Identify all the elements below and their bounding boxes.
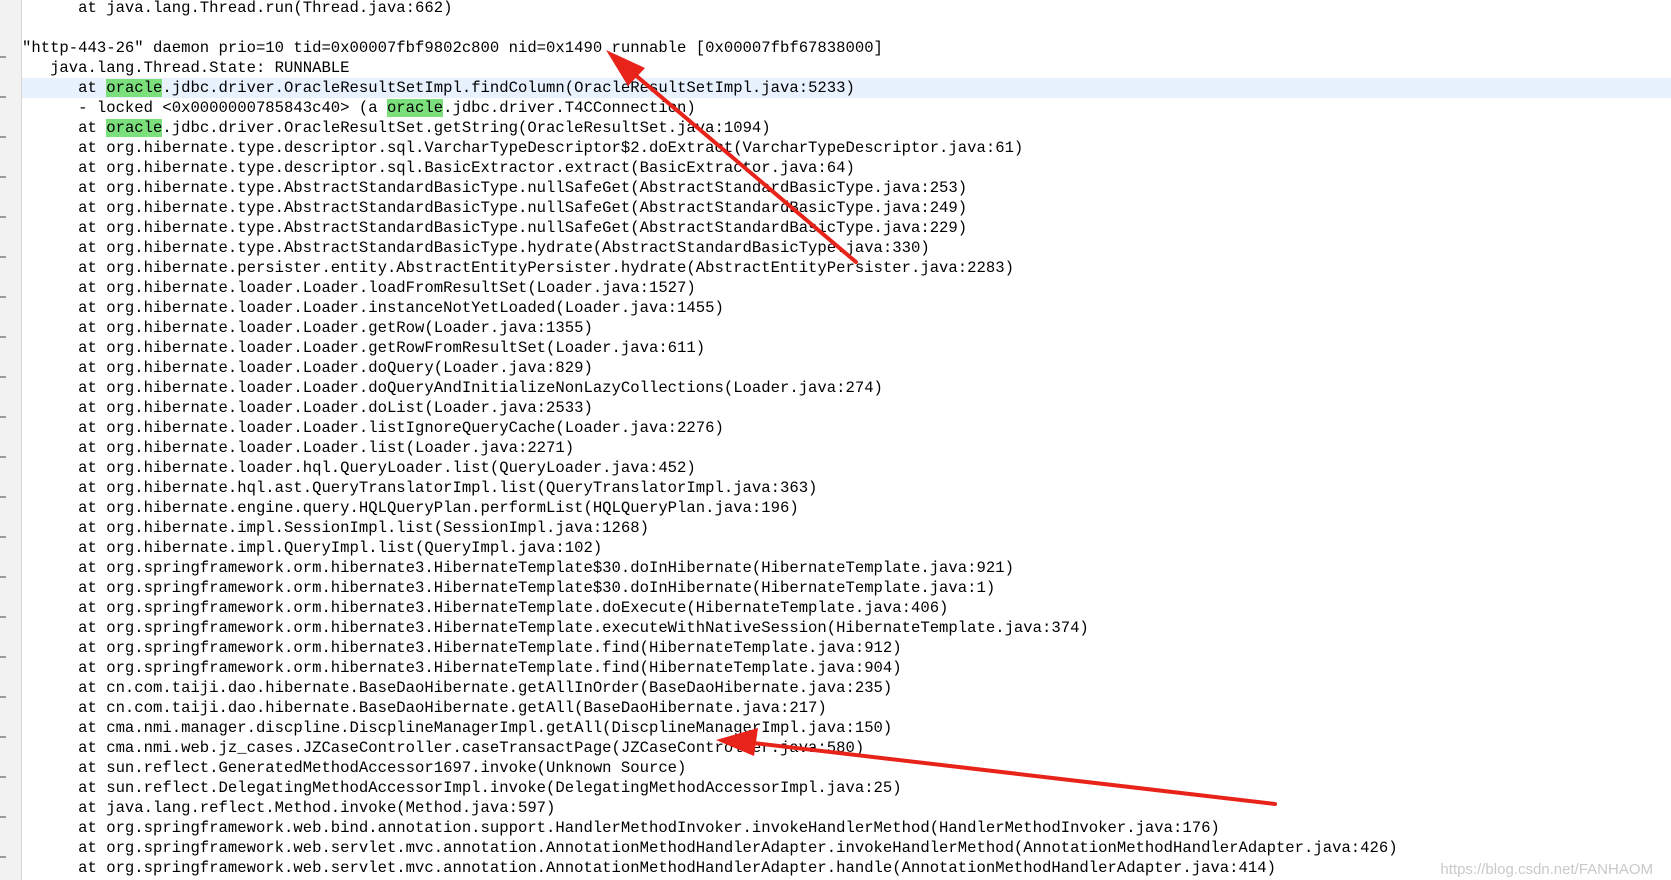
watermark: https://blog.csdn.net/FANHAOM bbox=[1440, 861, 1653, 878]
red-arrow-shaft bbox=[618, 60, 858, 264]
red-arrow-head bbox=[716, 728, 758, 756]
red-arrow-shaft bbox=[743, 740, 1277, 806]
annotation-arrows bbox=[606, 50, 1277, 806]
